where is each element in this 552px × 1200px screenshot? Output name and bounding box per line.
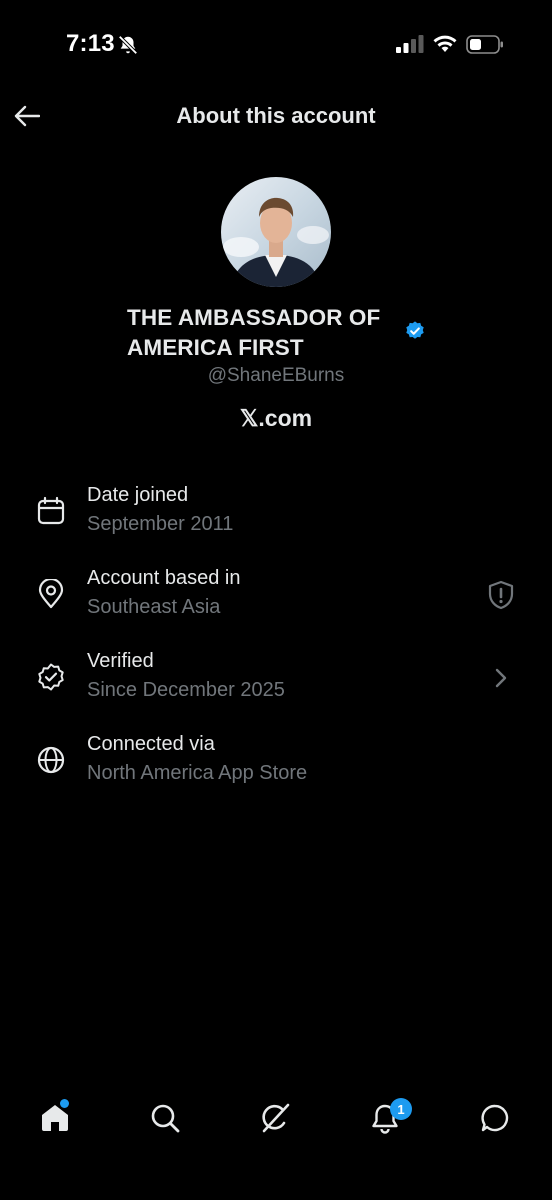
nav-messages[interactable] xyxy=(473,1096,517,1140)
verified-badge-icon[interactable] xyxy=(404,320,426,342)
info-title: Account based in xyxy=(87,567,241,589)
display-name-line2: AMERICA FIRST xyxy=(127,335,304,360)
bottom-nav xyxy=(0,1090,552,1150)
info-row-date-joined: Date joined September 2011 xyxy=(0,482,552,552)
avatar-image xyxy=(221,177,331,287)
nav-home[interactable] xyxy=(33,1096,77,1140)
home-unread-dot xyxy=(60,1099,69,1108)
nav-search[interactable] xyxy=(143,1096,187,1140)
display-name: THE AMBASSADOR OF AMERICA FIRST xyxy=(127,303,427,363)
info-row-connected-via: Connected via North America App Store xyxy=(0,731,552,801)
info-row-account-based-in: Account based in Southeast Asia xyxy=(0,565,552,635)
info-title: Verified xyxy=(87,650,154,672)
wifi-icon xyxy=(433,35,457,52)
battery-icon xyxy=(466,35,503,54)
account-handle: @ShaneEBurns xyxy=(207,365,345,386)
search-icon xyxy=(151,1104,180,1133)
calendar-icon xyxy=(37,496,65,525)
avatar[interactable] xyxy=(221,177,331,287)
notifications-count-badge: 1 xyxy=(390,1098,412,1120)
info-row-verified[interactable]: Verified Since December 2025 xyxy=(0,648,552,718)
display-name-line1: THE AMBASSADOR OF xyxy=(127,305,381,330)
info-value: North America App Store xyxy=(87,762,308,784)
globe-icon xyxy=(37,746,65,774)
bell-off-icon xyxy=(118,35,138,55)
page-title: About this account xyxy=(176,103,376,128)
info-value: Since December 2025 xyxy=(87,679,285,701)
messages-icon xyxy=(481,1104,509,1132)
verified-check-icon xyxy=(38,663,64,691)
signal-icon xyxy=(396,35,424,53)
header: About this account xyxy=(0,92,552,140)
shield-alert-icon[interactable] xyxy=(486,580,516,610)
site-label: 𝕏.com xyxy=(239,405,313,431)
grok-icon xyxy=(262,1103,290,1133)
info-value: September 2011 xyxy=(87,513,234,535)
chevron-right-icon xyxy=(495,668,507,688)
location-pin-icon xyxy=(38,579,64,609)
nav-grok[interactable] xyxy=(253,1096,297,1140)
info-value: Southeast Asia xyxy=(87,596,221,618)
status-time: 7:13 xyxy=(66,30,115,57)
info-title: Date joined xyxy=(87,484,189,506)
info-title: Connected via xyxy=(87,733,215,755)
status-bar: 7:13 xyxy=(0,0,552,90)
